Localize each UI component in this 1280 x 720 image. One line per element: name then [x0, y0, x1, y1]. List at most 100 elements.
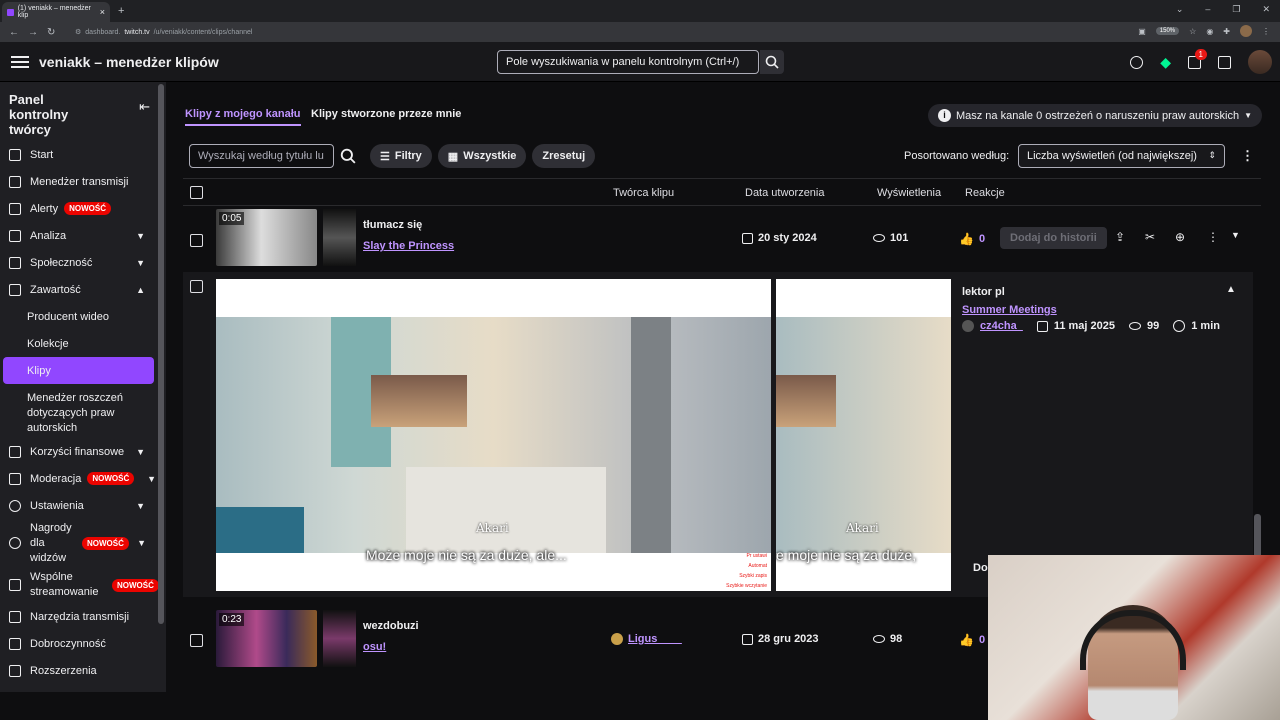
- chevron-down-icon[interactable]: ▼: [1231, 230, 1240, 240]
- twitch-favicon-icon: [7, 8, 14, 16]
- clip-date: 20 sty 2024: [742, 232, 817, 244]
- search-icon[interactable]: [340, 148, 356, 164]
- sidebar-item-monetization[interactable]: Korzyści finansowe ▼: [0, 438, 166, 465]
- column-date[interactable]: Data utworzenia: [745, 187, 825, 199]
- new-badge: NOWOŚĆ: [64, 202, 112, 215]
- sidebar-item-charity[interactable]: Dobroczynność: [0, 630, 166, 657]
- new-tab-button[interactable]: +: [118, 5, 124, 17]
- puzzle-icon[interactable]: ✚: [1223, 27, 1230, 36]
- clip-title[interactable]: wezdobuzi: [363, 620, 419, 632]
- user-avatar[interactable]: [1248, 50, 1272, 74]
- zoom-indicator[interactable]: 150%: [1155, 27, 1180, 35]
- date-range-button[interactable]: ▦ Wszystkie: [437, 144, 527, 168]
- hamburger-menu-icon[interactable]: [11, 55, 29, 68]
- dashboard-search-input[interactable]: Pole wyszukiwania w panelu kontrolnym (C…: [497, 50, 759, 74]
- close-window-icon[interactable]: ✕: [1262, 4, 1270, 15]
- row-checkbox[interactable]: [190, 234, 203, 247]
- more-options-icon[interactable]: ⋮: [1241, 148, 1254, 164]
- site-info-icon[interactable]: ⚙: [75, 28, 81, 36]
- clip-video-player[interactable]: Akari Może moje nie są za duże, ale... P…: [216, 279, 771, 591]
- more-options-icon[interactable]: ⋮: [1207, 230, 1219, 244]
- new-badge: NOWOŚĆ: [112, 578, 159, 592]
- inbox-icon[interactable]: 1: [1188, 48, 1207, 69]
- help-icon[interactable]: [1130, 55, 1144, 69]
- whispers-icon[interactable]: [1218, 55, 1231, 69]
- column-reactions[interactable]: Reakcje: [965, 187, 1005, 199]
- sidebar-item-collections[interactable]: Kolekcje: [0, 330, 166, 357]
- clip-title-search-input[interactable]: Wyszukaj według tytułu lu: [189, 144, 334, 168]
- close-tab-icon[interactable]: ×: [100, 7, 105, 17]
- clip-thumbnail[interactable]: 0:05: [216, 209, 317, 266]
- streamer-webcam: [988, 555, 1280, 720]
- sidebar-item-clips[interactable]: Klipy: [3, 357, 154, 384]
- column-views[interactable]: Wyświetlenia: [877, 187, 941, 199]
- copyright-strikes-dropdown[interactable]: i Masz na kanale 0 ostrzeżeń o naruszeni…: [927, 104, 1262, 127]
- clip-video-preview[interactable]: Akari e moje nie są za duże,: [776, 279, 951, 591]
- add-to-story-button[interactable]: Do: [973, 562, 988, 574]
- chevron-down-icon: ▼: [136, 500, 145, 511]
- sidebar-item-analytics[interactable]: Analiza ▼: [0, 222, 166, 249]
- sidebar-item-stream-manager[interactable]: Menedżer transmisji: [0, 168, 166, 195]
- search-button[interactable]: [760, 50, 784, 74]
- add-to-story-button[interactable]: Dodaj do historii: [1000, 227, 1107, 249]
- share-icon[interactable]: ⇪: [1115, 230, 1125, 244]
- back-icon[interactable]: ←: [9, 27, 19, 38]
- screenshot-icon[interactable]: ▣: [1138, 27, 1146, 36]
- new-badge: NOWOŚĆ: [82, 536, 129, 550]
- url-field[interactable]: ⚙ dashboard. twitch.tv/u/veniakk/content/…: [75, 28, 252, 37]
- clip-creator[interactable]: Ligus____: [611, 633, 682, 645]
- sidebar-item-viewer-rewards[interactable]: Nagrody dla widzów NOWOŚĆ ▼: [0, 519, 166, 567]
- clip-title[interactable]: tłumacz się: [363, 219, 422, 231]
- menu-dots-icon[interactable]: ⋮: [1262, 27, 1270, 36]
- tab-my-channel-clips[interactable]: Klipy z mojego kanału: [185, 108, 301, 126]
- minimize-icon[interactable]: –: [1205, 4, 1210, 15]
- reload-icon[interactable]: ↻: [47, 27, 57, 38]
- collapse-chevron-up-icon[interactable]: ▲: [1226, 284, 1236, 295]
- sidebar-scrollbar[interactable]: [158, 84, 164, 624]
- table-row[interactable]: 0:05 tłumacz się Slay the Princess 20 st…: [183, 206, 1253, 272]
- sidebar-item-label: Dobroczynność: [30, 637, 106, 650]
- sort-label: Posortowano według:: [904, 150, 1010, 162]
- reset-button[interactable]: Zresetuj: [532, 144, 596, 168]
- clip-game-link[interactable]: Slay the Princess: [363, 240, 454, 252]
- extension-icon[interactable]: ◉: [1206, 27, 1213, 36]
- clip-thumbnail[interactable]: 0:23: [216, 610, 317, 667]
- sidebar-item-start[interactable]: Start: [0, 141, 166, 168]
- tab-clips-created-by-me[interactable]: Klipy stworzone przeze mnie: [311, 108, 461, 120]
- add-circle-icon[interactable]: ⊕: [1175, 230, 1185, 244]
- sidebar-item-stream-together[interactable]: Wspólne streamowanie NOWOŚĆ: [0, 567, 166, 603]
- star-icon[interactable]: ☆: [1189, 27, 1196, 36]
- clip-likes[interactable]: 👍 0: [959, 633, 985, 647]
- clip-game-link[interactable]: osu!: [363, 641, 386, 653]
- scissors-icon[interactable]: ✂: [1145, 230, 1155, 244]
- expanded-clip-creator[interactable]: cz4cha_: [980, 320, 1023, 332]
- sidebar-item-community[interactable]: Społeczność ▼: [0, 249, 166, 276]
- sidebar-item-content[interactable]: Zawartość ▲: [0, 276, 166, 303]
- bits-gem-icon[interactable]: ◆: [1160, 54, 1171, 71]
- filters-button[interactable]: ☰ Filtry: [370, 144, 432, 168]
- sidebar-item-video-producer[interactable]: Producent wideo: [0, 303, 166, 330]
- forward-icon[interactable]: →: [28, 27, 38, 38]
- expanded-clip-game-link[interactable]: Summer Meetings: [962, 304, 1252, 316]
- row-checkbox[interactable]: [190, 280, 203, 293]
- profile-avatar[interactable]: [1240, 25, 1252, 37]
- sidebar-item-settings[interactable]: Ustawienia ▼: [0, 492, 166, 519]
- eye-icon: [873, 635, 885, 643]
- clip-likes[interactable]: 👍 0: [959, 232, 985, 246]
- select-all-checkbox[interactable]: [190, 186, 203, 199]
- collapse-sidebar-icon[interactable]: ⇤: [139, 99, 150, 115]
- sidebar-item-extensions[interactable]: Rozszerzenia: [0, 657, 166, 684]
- sort-select[interactable]: Liczba wyświetleń (od największej) ⇕: [1018, 144, 1225, 168]
- analytics-icon: [9, 229, 21, 242]
- streamer-webcam-overlay: [371, 375, 467, 427]
- row-checkbox[interactable]: [190, 634, 203, 647]
- sidebar-item-stream-tools[interactable]: Narzędzia transmisji: [0, 603, 166, 630]
- browser-tab[interactable]: (1) veniakk – menedżer klip ×: [2, 2, 110, 22]
- chevron-down-icon[interactable]: ⌄: [1176, 4, 1184, 15]
- creator-avatar: [962, 320, 974, 332]
- sidebar-item-moderation[interactable]: Moderacja NOWOŚĆ ▼: [0, 465, 166, 492]
- sidebar-item-copyright-claims[interactable]: Menedżer roszczeń dotyczących praw autor…: [0, 388, 166, 438]
- column-creator[interactable]: Twórca klipu: [613, 187, 674, 199]
- sidebar-item-alerts[interactable]: Alerty NOWOŚĆ: [0, 195, 166, 222]
- restore-icon[interactable]: ❐: [1232, 4, 1240, 15]
